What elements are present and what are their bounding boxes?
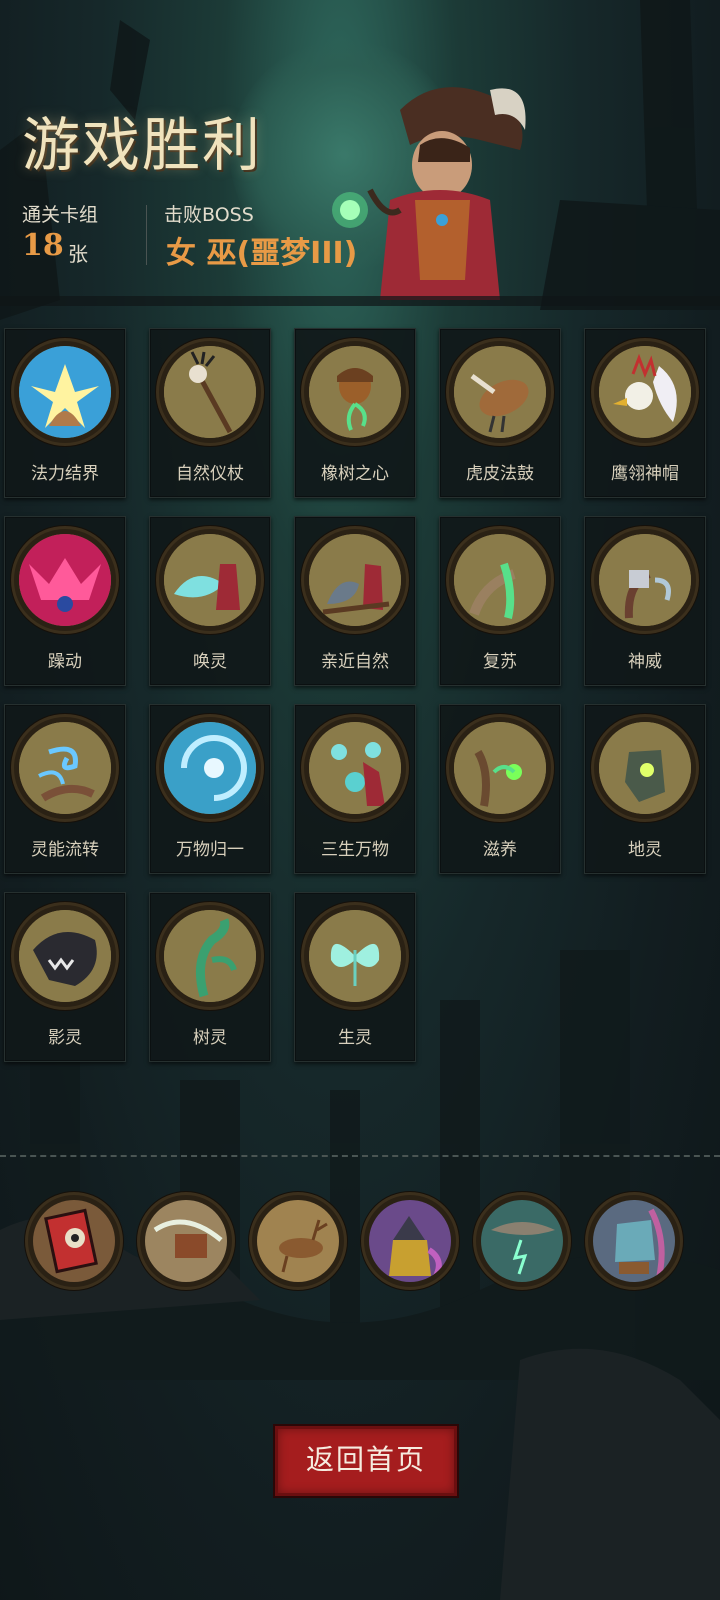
deck-card[interactable]: 橡树之心 [294, 328, 416, 498]
card-name: 虎皮法鼓 [466, 464, 534, 484]
deck-card[interactable]: 生灵 [294, 892, 416, 1062]
nature-staff-icon [164, 346, 256, 438]
card-name: 三生万物 [321, 840, 389, 860]
deck-card[interactable]: 躁动 [4, 516, 126, 686]
card-art-frame [14, 717, 116, 819]
acorn-heart-icon [309, 346, 401, 438]
deck-card[interactable]: 影灵 [4, 892, 126, 1062]
card-art-frame [304, 341, 406, 443]
card-name: 灵能流转 [31, 840, 99, 860]
relic-item[interactable] [140, 1195, 232, 1287]
relic-item[interactable] [588, 1195, 680, 1287]
nature-affinity-icon [309, 534, 401, 626]
header-band [0, 296, 720, 306]
skull-card-relic-icon [33, 1200, 115, 1282]
boss-label: 击败BOSS [164, 204, 254, 226]
relic-item[interactable] [252, 1195, 344, 1287]
card-art-frame [594, 529, 696, 631]
deck-card[interactable]: 虎皮法鼓 [439, 328, 561, 498]
deck-card[interactable]: 三生万物 [294, 704, 416, 874]
frenzy-icon [19, 534, 111, 626]
deck-card[interactable]: 亲近自然 [294, 516, 416, 686]
header-divider [146, 205, 147, 265]
card-art-frame [594, 717, 696, 819]
deck-label: 通关卡组 [22, 204, 99, 226]
back-home-button[interactable]: 返回首页 [275, 1426, 457, 1496]
page-title: 游戏胜利 [22, 111, 263, 179]
shadow-spirit-icon [19, 910, 111, 1002]
butterfly-spirit-icon [309, 910, 401, 1002]
card-art-frame [304, 529, 406, 631]
card-art-frame [304, 717, 406, 819]
deck-count: 18 [22, 228, 64, 263]
earth-spirit-icon [599, 722, 691, 814]
deck-card[interactable]: 复苏 [439, 516, 561, 686]
relic-item[interactable] [364, 1195, 456, 1287]
card-art-frame [449, 341, 551, 443]
card-name: 鹰翎神帽 [611, 464, 679, 484]
deck-card[interactable]: 灵能流转 [4, 704, 126, 874]
witch-boss-portrait [332, 87, 526, 300]
summon-spirit-icon [164, 534, 256, 626]
victory-header: 游戏胜利 通关卡组 18 张 击败BOSS 女 巫(噩梦III) [0, 0, 720, 300]
card-name: 万物归一 [176, 840, 244, 860]
vortex-icon [164, 722, 256, 814]
card-name: 神威 [628, 652, 662, 672]
card-art-frame [594, 341, 696, 443]
dashed-divider [0, 1155, 720, 1157]
card-name: 法力结界 [31, 464, 99, 484]
deer-relic-icon [257, 1200, 339, 1282]
card-art-frame [14, 529, 116, 631]
relic-item[interactable] [28, 1195, 120, 1287]
spirits-icon [309, 722, 401, 814]
golem-relic-icon [593, 1200, 675, 1282]
boss-name: 女 巫(噩梦III) [166, 236, 358, 271]
tiger-drum-icon [454, 346, 546, 438]
deck-card[interactable]: 鹰翎神帽 [584, 328, 706, 498]
card-name: 树灵 [193, 1028, 227, 1048]
deck-card[interactable]: 自然仪杖 [149, 328, 271, 498]
feather-headdress-icon [599, 346, 691, 438]
card-art-frame [449, 717, 551, 819]
deck-card[interactable]: 树灵 [149, 892, 271, 1062]
card-art-frame [14, 905, 116, 1007]
card-name: 生灵 [338, 1028, 372, 1048]
card-art-frame [159, 717, 261, 819]
storm-relic-icon [481, 1200, 563, 1282]
deck-card[interactable]: 神威 [584, 516, 706, 686]
card-name: 滋养 [483, 840, 517, 860]
card-name: 橡树之心 [321, 464, 389, 484]
card-art-frame [14, 341, 116, 443]
card-name: 地灵 [628, 840, 662, 860]
card-art-frame [159, 905, 261, 1007]
divine-might-icon [599, 534, 691, 626]
card-art-frame [304, 905, 406, 1007]
deck-card[interactable]: 地灵 [584, 704, 706, 874]
spirit-flow-icon [19, 722, 111, 814]
card-name: 自然仪杖 [176, 464, 244, 484]
relic-item[interactable] [476, 1195, 568, 1287]
revival-icon [454, 534, 546, 626]
deck-card[interactable]: 万物归一 [149, 704, 271, 874]
mana-barrier-icon [19, 346, 111, 438]
card-name: 影灵 [48, 1028, 82, 1048]
card-name: 复苏 [483, 652, 517, 672]
deck-card[interactable]: 滋养 [439, 704, 561, 874]
book-wind-relic-icon [145, 1200, 227, 1282]
card-name: 唤灵 [193, 652, 227, 672]
card-art-frame [159, 529, 261, 631]
card-name: 躁动 [48, 652, 82, 672]
deck-unit: 张 [68, 242, 88, 266]
deck-card[interactable]: 法力结界 [4, 328, 126, 498]
tree-spirit-icon [164, 910, 256, 1002]
wizard-relic-icon [369, 1200, 451, 1282]
relic-row [0, 1195, 720, 1295]
card-art-frame [159, 341, 261, 443]
card-art-frame [449, 529, 551, 631]
deck-card[interactable]: 唤灵 [149, 516, 271, 686]
card-name: 亲近自然 [321, 652, 389, 672]
nourish-icon [454, 722, 546, 814]
